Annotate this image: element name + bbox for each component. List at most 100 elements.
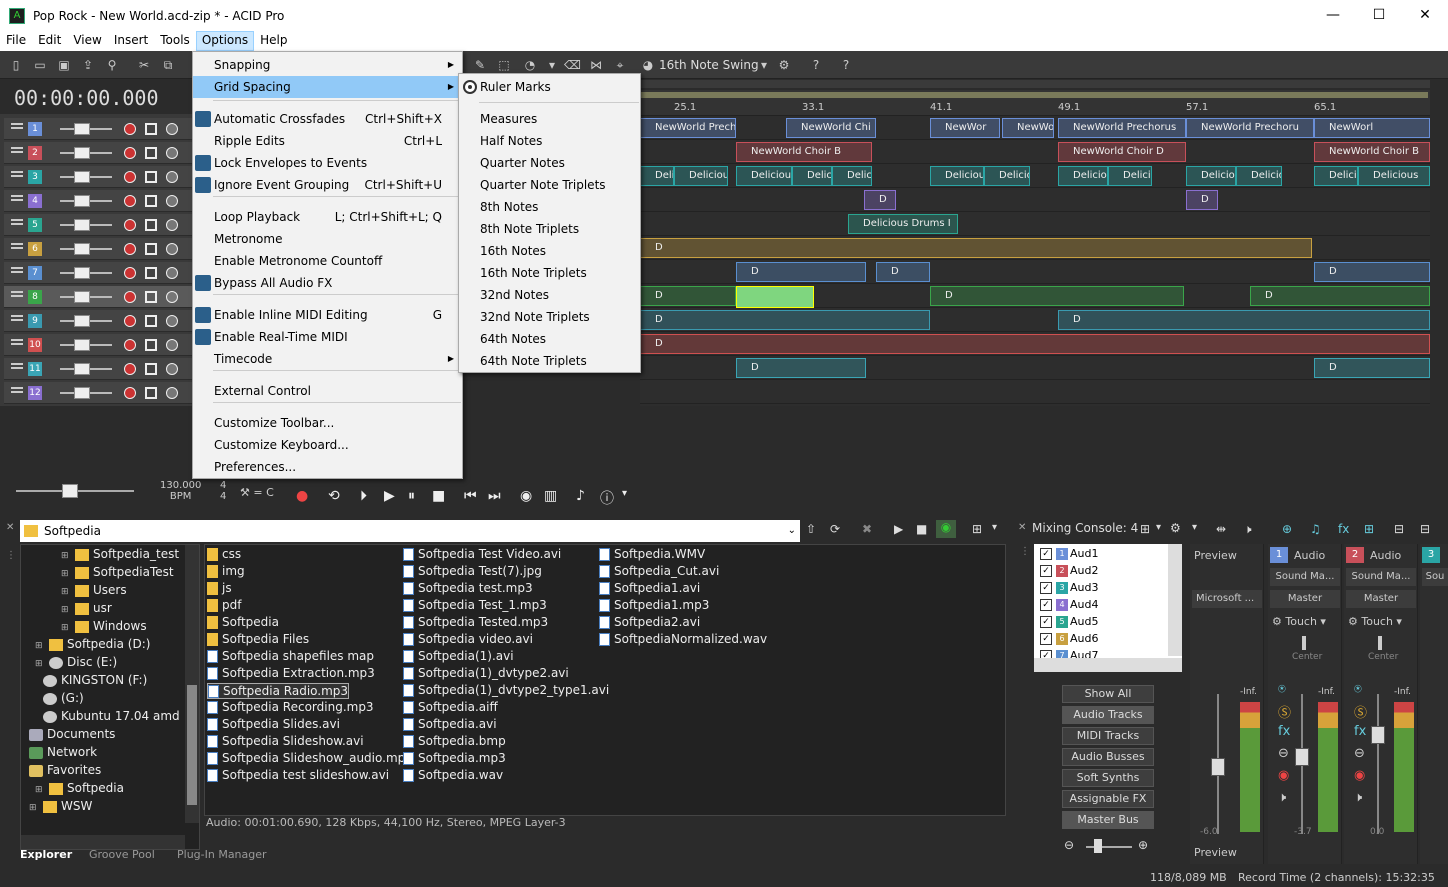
- track-grip-icon[interactable]: [11, 171, 23, 173]
- solo-icon[interactable]: [145, 291, 157, 303]
- audio-event[interactable]: Delicious: [984, 166, 1030, 186]
- help-icon[interactable]: ?: [808, 57, 824, 73]
- mixer-track-toggle[interactable]: ✓ 4 Aud4: [1040, 598, 1098, 611]
- save-icon[interactable]: ▣: [56, 57, 72, 73]
- menu-insert[interactable]: Insert: [108, 31, 154, 51]
- solo-icon[interactable]: [145, 219, 157, 231]
- mixer-track-toggle[interactable]: ✓ 5 Aud5: [1040, 615, 1098, 628]
- track-lane[interactable]: DD: [640, 188, 1430, 212]
- track-grip-icon[interactable]: [11, 291, 23, 293]
- file-item[interactable]: Softpedia Test Video.avi: [403, 547, 561, 561]
- selected-event[interactable]: [736, 286, 814, 308]
- view-soft-synths-button[interactable]: Soft Synths: [1062, 769, 1154, 787]
- menu-item-enable-inline-midi-editing[interactable]: Enable Inline MIDI Editing G: [193, 304, 462, 326]
- phase-icon[interactable]: ⊖: [1354, 746, 1365, 761]
- narrow-strips-icon[interactable]: ⇹: [1216, 522, 1226, 536]
- mute-icon[interactable]: [166, 243, 178, 255]
- mixer-options-icon-2[interactable]: ⊟: [1420, 522, 1430, 536]
- audio-event[interactable]: D: [1186, 190, 1218, 210]
- mixer-track-toggle[interactable]: ✓ 1 Aud1: [1040, 547, 1098, 560]
- solo-icon[interactable]: [145, 195, 157, 207]
- menu-item-timecode[interactable]: Timecode ▶: [193, 348, 462, 370]
- copy-icon[interactable]: ⧉: [160, 57, 176, 73]
- mixer-track-toggle[interactable]: ✓ 3 Aud3: [1040, 581, 1098, 594]
- solo-icon[interactable]: Ⓢ: [1278, 702, 1291, 721]
- tree-node[interactable]: ⊞ Softpedia: [35, 781, 124, 795]
- vertical-scrollbar[interactable]: [1430, 90, 1448, 480]
- file-item[interactable]: css: [207, 547, 241, 561]
- mute-icon[interactable]: 🕨: [1278, 790, 1286, 805]
- mute-icon[interactable]: [166, 363, 178, 375]
- audio-event[interactable]: NewWorld: [1002, 118, 1054, 138]
- track-header[interactable]: 7: [4, 262, 196, 284]
- grid-option-32nd-note-triplets[interactable]: 32nd Note Triplets: [459, 306, 640, 328]
- strip-name[interactable]: Audio: [1294, 549, 1325, 562]
- mute-icon[interactable]: [166, 387, 178, 399]
- preview-stop-icon[interactable]: ■: [916, 522, 927, 536]
- audio-event[interactable]: NewWorld Prechorus: [1058, 118, 1186, 138]
- menu-item-grid-spacing[interactable]: Grid Spacing ▶: [193, 76, 462, 98]
- arm-record-icon[interactable]: [124, 195, 136, 207]
- file-item[interactable]: Softpedia Slideshow_audio.mp3: [207, 751, 413, 765]
- expand-icon[interactable]: ⊞: [61, 551, 71, 561]
- mixer-options-icon[interactable]: ⊟: [1394, 522, 1404, 536]
- settings-dropdown-icon[interactable]: ▾: [1192, 522, 1197, 533]
- swing-label[interactable]: 16th Note Swing: [659, 58, 759, 72]
- expand-icon[interactable]: ⊞: [35, 641, 45, 651]
- select-tool-icon[interactable]: ⬚: [496, 57, 512, 73]
- tree-node[interactable]: ⊞ Softpedia (D:): [35, 637, 150, 651]
- mute-icon[interactable]: [166, 123, 178, 135]
- mute-icon[interactable]: [166, 315, 178, 327]
- menu-item-ripple-edits[interactable]: Ripple Edits Ctrl+L: [193, 130, 462, 152]
- file-item[interactable]: Softpedia Radio.mp3: [207, 683, 350, 699]
- audio-event[interactable]: D: [1250, 286, 1430, 306]
- volume-fader-knob[interactable]: [74, 315, 90, 327]
- file-item[interactable]: Softpedia test.mp3: [403, 581, 533, 595]
- minimize-button[interactable]: —: [1310, 0, 1356, 31]
- audio-event[interactable]: D: [1058, 310, 1430, 330]
- file-item[interactable]: Softpedia Slideshow.avi: [207, 734, 364, 748]
- render-icon[interactable]: ⇪: [80, 57, 96, 73]
- speaker-icon[interactable]: 🕨: [1244, 522, 1252, 537]
- swing-settings-icon[interactable]: ⚙: [776, 57, 792, 73]
- file-item[interactable]: Softpedia(1)_dvtype2.avi: [403, 666, 569, 680]
- track-header[interactable]: 12: [4, 382, 196, 404]
- file-item[interactable]: Softpedia video.avi: [403, 632, 533, 646]
- view-midi-tracks-button[interactable]: MIDI Tracks: [1062, 727, 1154, 745]
- list-hscrollbar[interactable]: [1034, 658, 1182, 672]
- explorer-path-box[interactable]: Softpedia ⌄: [20, 520, 800, 542]
- mute-icon[interactable]: [166, 171, 178, 183]
- expand-icon[interactable]: ⊞: [35, 785, 45, 795]
- file-item[interactable]: Softpedia: [207, 615, 279, 629]
- audio-event[interactable]: D: [864, 190, 896, 210]
- tree-node[interactable]: ⊞ Softpedia_test: [61, 547, 179, 561]
- arm-record-icon[interactable]: [124, 339, 136, 351]
- audio-event[interactable]: D: [640, 334, 1430, 354]
- audio-event[interactable]: D: [736, 358, 866, 378]
- track-lane[interactable]: DDD: [640, 260, 1430, 284]
- mute-icon[interactable]: [166, 219, 178, 231]
- fx-chain-icon[interactable]: ⍟: [1354, 682, 1362, 697]
- audio-event[interactable]: Delicious Drums I: [848, 214, 958, 234]
- insert-synth-icon[interactable]: ♫: [1310, 522, 1321, 536]
- audio-event[interactable]: D: [640, 286, 736, 306]
- tree-node[interactable]: Favorites: [29, 763, 101, 777]
- list-scrollbar[interactable]: [1168, 544, 1182, 656]
- file-item[interactable]: Softpedia.wav: [403, 768, 503, 782]
- audio-event[interactable]: D: [1314, 262, 1430, 282]
- checkbox-checked-icon[interactable]: ✓: [1040, 633, 1052, 645]
- track-grip-icon[interactable]: [11, 339, 23, 341]
- record-icon[interactable]: ●: [296, 488, 308, 504]
- file-item[interactable]: Softpedia test slideshow.avi: [207, 768, 389, 782]
- strip-device[interactable]: Sound Ma...: [1346, 568, 1416, 586]
- erase-tool-icon[interactable]: ⌫: [564, 57, 581, 73]
- track-header[interactable]: 11: [4, 358, 196, 380]
- grid-option-16th-note-triplets[interactable]: 16th Note Triplets: [459, 262, 640, 284]
- delete-icon[interactable]: ✖: [862, 522, 872, 536]
- panel-grip-icon[interactable]: ⋮: [1020, 546, 1030, 557]
- grid-option-half-notes[interactable]: Half Notes: [459, 130, 640, 152]
- arm-record-icon[interactable]: ◉: [1278, 768, 1289, 783]
- views-dropdown-icon[interactable]: ▾: [992, 522, 997, 533]
- file-item[interactable]: Softpedia Test(7).jpg: [403, 564, 542, 578]
- solo-icon[interactable]: [145, 315, 157, 327]
